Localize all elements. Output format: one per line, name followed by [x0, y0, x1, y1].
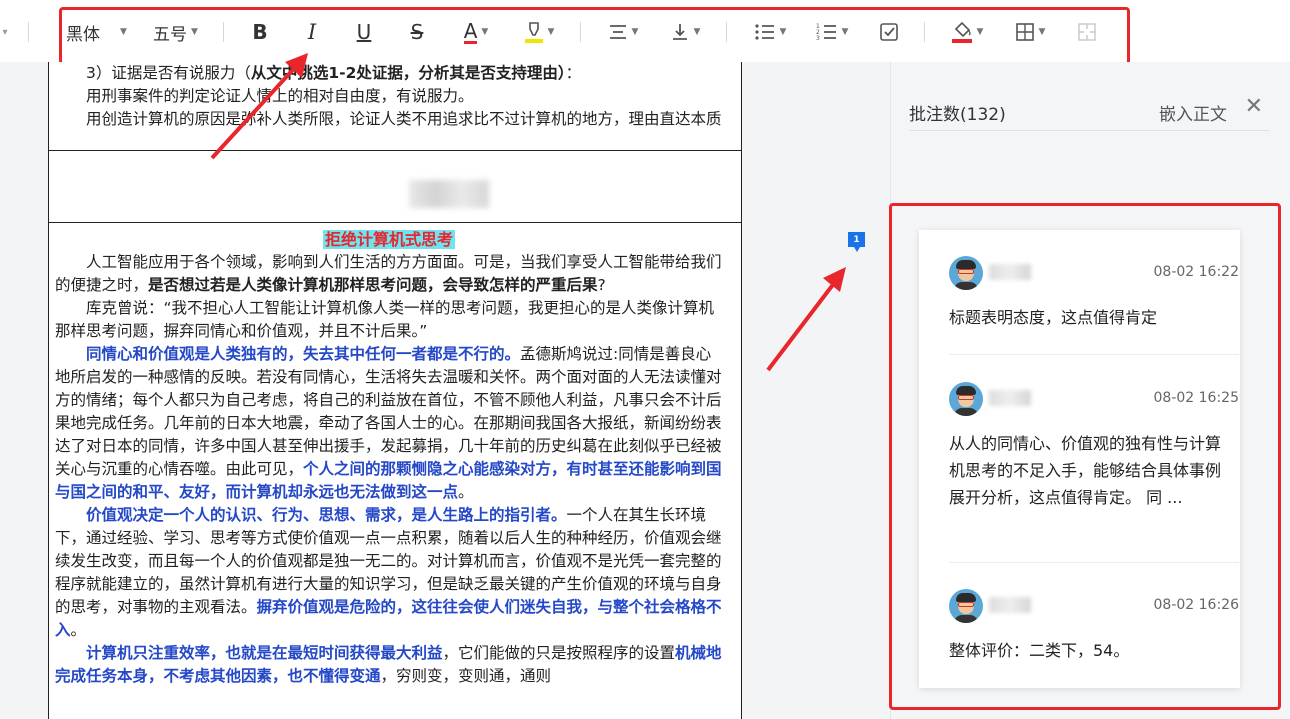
table-divider [49, 222, 741, 223]
format-toolbar: ▾ 黑体 ▼ 五号 ▼ B I U S A ▼ ▼ ▼ ▼ ▼ 1 2 3 ▼ … [0, 0, 1290, 65]
evidence-remark-1: 用刑事案件的判定论证人情上的相对自由度，有说服力。 [86, 87, 474, 105]
upper-table-cell[interactable]: 3）证据是否有说服力（从文中挑选1-2处证据，分析其是否支持理由）： 用刑事案件… [49, 62, 741, 131]
close-icon[interactable]: ✕ [1245, 94, 1263, 119]
toolbar-scroll-caret[interactable]: ▾ [0, 17, 10, 47]
criterion-line-plain: 3）证据是否有说服力（ [86, 64, 251, 82]
criterion-line-bold: 从文中挑选1-2处证据，分析其是否支持理由） [250, 64, 566, 82]
essay-title: 拒绝计算机式思考 [322, 230, 455, 249]
toolbar-highlight-annotation [59, 7, 1130, 65]
table-divider [49, 150, 741, 151]
essay-paragraph-3: 同情心和价值观是人类独有的，失去其中任何一者都是不行的。孟德斯鸠说过:同情是善良… [55, 345, 722, 501]
embed-into-text-button[interactable]: 嵌入正文 [1159, 100, 1227, 125]
blurred-image [409, 180, 489, 208]
essay-paragraph-1: 人工智能应用于各个领域，影响到人们生活的方方面面。可是，当我们享受人工智能带给我… [55, 253, 722, 294]
toolbar-separator [28, 22, 29, 42]
essay-paragraph-2: 库克曾说：“我不担心人工智能让计算机像人类一样的思考问题，我更担心的是人类像计算… [55, 299, 715, 340]
comments-highlight-annotation [889, 203, 1281, 710]
essay-paragraph-5: 计算机只注重效率，也就是在最短时间获得最大利益，它们能做的只是按照程序的设置机械… [55, 644, 722, 685]
criterion-line-end: ： [565, 64, 582, 82]
essay-cell[interactable]: 拒绝计算机式思考 人工智能应用于各个领域，影响到人们生活的方方面面。可是，当我们… [49, 228, 741, 688]
comments-count-title: 批注数(132) [909, 105, 1006, 125]
comment-marker[interactable]: 1 [848, 232, 865, 252]
essay-paragraph-4: 价值观决定一个人的认识、行为、思想、需求，是人生路上的指引者。一个人在其生长环境… [55, 506, 722, 639]
document-page: 3）证据是否有说服力（从文中挑选1-2处证据，分析其是否支持理由）： 用刑事案件… [48, 62, 742, 719]
comments-panel: 批注数(132) 嵌入正文 ✕ 08-02 16:22 标题表明态度，这点值得肯… [889, 62, 1290, 719]
evidence-remark-2: 用创造计算机的原因是弥补人类所限，论证人类不用追求比不过计算机的地方，理由直达本… [86, 110, 722, 128]
comments-panel-header: 批注数(132) 嵌入正文 ✕ [909, 92, 1269, 131]
